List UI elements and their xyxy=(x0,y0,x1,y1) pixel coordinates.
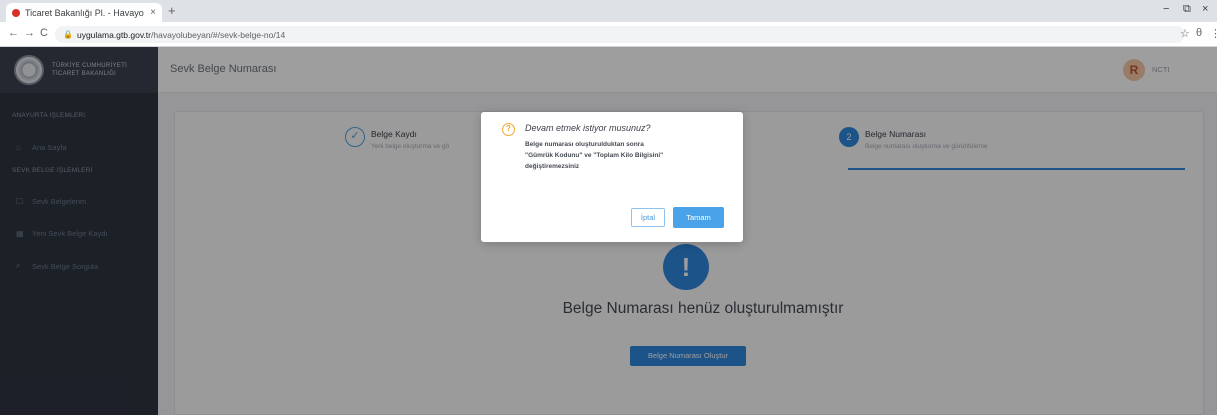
back-icon[interactable]: ← xyxy=(8,27,19,39)
star-icon[interactable]: ☆ xyxy=(1180,27,1190,40)
forward-icon[interactable]: → xyxy=(24,27,35,39)
dialog-title: Devam etmek istiyor musunuz? xyxy=(525,123,651,133)
maximize-icon[interactable]: ⧉ xyxy=(1183,3,1191,16)
cancel-button[interactable]: İptal xyxy=(631,208,665,227)
url-path: /havayolubeyan/#/sevk-belge-no/14 xyxy=(151,29,286,40)
tab-title: Ticaret Bakanlığı Pl. - Havayo xyxy=(25,7,144,18)
browser-tabstrip: Ticaret Bakanlığı Pl. - Havayo × + − ⧉ × xyxy=(0,0,1217,22)
question-icon: ? xyxy=(502,123,515,136)
site-favicon-icon xyxy=(12,8,20,17)
ok-button[interactable]: Tamam xyxy=(673,207,724,228)
tab-close-icon[interactable]: × xyxy=(150,7,156,18)
window-close-icon[interactable]: × xyxy=(1202,3,1208,15)
confirm-dialog: ? Devam etmek istiyor musunuz? Belge num… xyxy=(481,112,743,242)
lock-icon: 🔒 xyxy=(63,30,73,39)
reload-icon[interactable]: C xyxy=(40,27,48,39)
dialog-message: Belge numarası oluşturulduktan sonra "Gü… xyxy=(525,139,735,172)
dialog-message-line: değiştiremezsiniz xyxy=(525,163,580,170)
minimize-icon[interactable]: − xyxy=(1163,3,1169,15)
dialog-message-line: Belge numarası oluşturulduktan sonra xyxy=(525,141,644,148)
url-host: uygulama.gtb.gov.tr xyxy=(76,29,151,40)
new-tab-icon[interactable]: + xyxy=(168,3,176,18)
dialog-message-line: "Gümrük Kodunu" ve "Toplam Kilo Bilgisin… xyxy=(525,152,664,159)
browser-toolbar: ← → C 🔒 uygulama.gtb.gov.tr /havayolubey… xyxy=(0,22,1217,47)
browser-menu-icon[interactable]: ⋮ xyxy=(1210,27,1217,40)
browser-tab[interactable]: Ticaret Bakanlığı Pl. - Havayo × xyxy=(6,3,162,22)
profile-icon[interactable]: θ xyxy=(1196,27,1202,39)
address-bar[interactable]: 🔒 uygulama.gtb.gov.tr /havayolubeyan/#/s… xyxy=(55,26,1185,43)
